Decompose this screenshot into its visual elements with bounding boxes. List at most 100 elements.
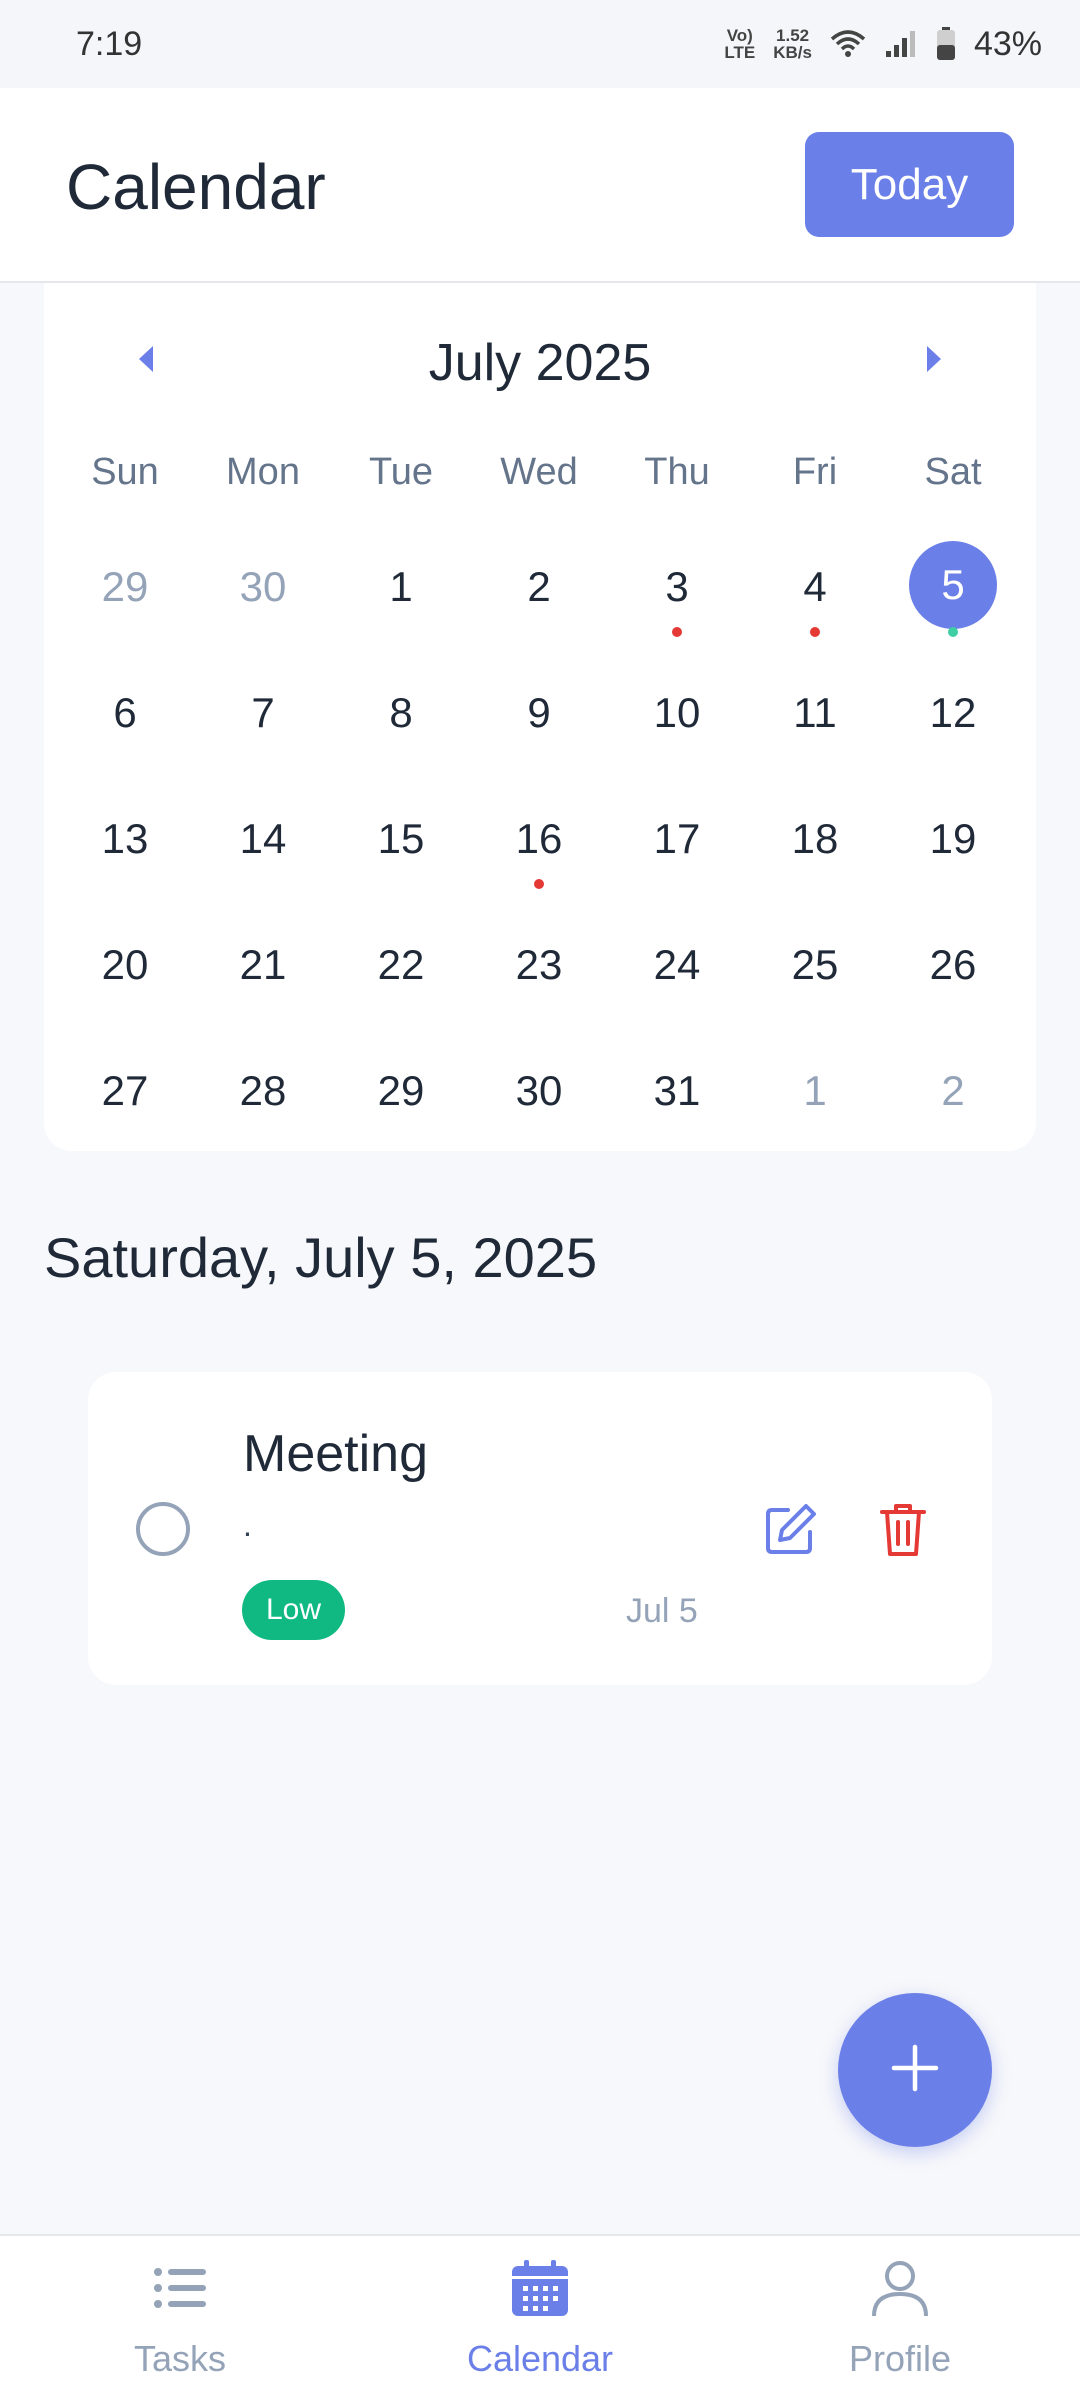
day-cell[interactable]: 10: [608, 659, 746, 785]
day-cell[interactable]: 1: [746, 1037, 884, 1163]
bottom-navigation: Tasks Calendar Profile: [0, 2234, 1080, 2400]
day-cell[interactable]: 15: [332, 785, 470, 911]
day-cell[interactable]: 29: [56, 533, 194, 659]
day-cell[interactable]: 6: [56, 659, 194, 785]
day-number: 9: [527, 689, 551, 736]
event-dot: [948, 627, 958, 637]
weekday-label: Tue: [368, 451, 434, 493]
page-title: Calendar: [66, 151, 326, 223]
list-icon: [150, 2258, 210, 2318]
day-number: 3: [665, 563, 689, 610]
day-cell[interactable]: 21: [194, 911, 332, 1037]
day-number: 1: [389, 563, 413, 610]
calendar-card: July 2025 Sun Mon Tue Wed Thu Fri Sat 29…: [44, 283, 1036, 1151]
day-cell[interactable]: 14: [194, 785, 332, 911]
day-cell[interactable]: 30: [470, 1037, 608, 1163]
day-cell[interactable]: 20: [56, 911, 194, 1037]
day-number: 27: [101, 1067, 149, 1114]
edit-icon: [760, 1504, 822, 1564]
day-number: 22: [377, 941, 425, 988]
day-number: 23: [515, 941, 563, 988]
day-cell[interactable]: 18: [746, 785, 884, 911]
day-number: 8: [389, 689, 413, 736]
delete-task-button[interactable]: [872, 1498, 934, 1560]
day-cell[interactable]: 1: [332, 533, 470, 659]
status-icons: Vo) LTE 1.52 KB/s 43%: [724, 25, 1042, 64]
task-complete-checkbox[interactable]: [136, 1502, 190, 1556]
day-cell[interactable]: 28: [194, 1037, 332, 1163]
nav-label-profile: Profile: [848, 2338, 952, 2379]
day-cell[interactable]: 2: [884, 1037, 1022, 1163]
day-cell-selected[interactable]: 5: [884, 533, 1022, 659]
day-number: 25: [791, 941, 839, 988]
day-number: 29: [377, 1067, 425, 1114]
day-cell[interactable]: 16: [470, 785, 608, 911]
day-number: 6: [113, 689, 137, 736]
day-number: 29: [101, 563, 149, 610]
day-number: 11: [793, 689, 837, 736]
day-number: 24: [653, 941, 701, 988]
day-cell[interactable]: 25: [746, 911, 884, 1037]
selected-date-heading: Saturday, July 5, 2025: [44, 1226, 598, 1289]
day-cell[interactable]: 31: [608, 1037, 746, 1163]
day-cell[interactable]: 8: [332, 659, 470, 785]
chevron-right-icon: [923, 344, 945, 379]
day-cell[interactable]: 24: [608, 911, 746, 1037]
nav-item-profile[interactable]: Profile: [790, 2258, 1010, 2388]
month-title: July 2025: [428, 334, 652, 392]
day-number: 20: [101, 941, 149, 988]
task-card[interactable]: Meeting . Low Jul 5: [88, 1372, 992, 1685]
signal-icon: [884, 29, 918, 59]
day-cell[interactable]: 9: [470, 659, 608, 785]
weekday-label: Sat: [924, 451, 982, 493]
day-cell[interactable]: 22: [332, 911, 470, 1037]
volte-bottom: LTE: [724, 43, 756, 62]
day-number: 2: [941, 1067, 965, 1114]
day-cell[interactable]: 2: [470, 533, 608, 659]
day-number: 31: [653, 1067, 701, 1114]
nav-label-calendar: Calendar: [466, 2338, 614, 2379]
day-cell[interactable]: 26: [884, 911, 1022, 1037]
wifi-icon: [830, 29, 866, 59]
day-number: 26: [929, 941, 977, 988]
next-month-button[interactable]: [904, 331, 964, 391]
day-number: 17: [653, 815, 701, 862]
day-cell[interactable]: 23: [470, 911, 608, 1037]
day-number: 18: [791, 815, 839, 862]
day-grid: 29 30 1 2 3 4 5 6 7 8 9 10 11 12 13 14 15 16 17 18 19 20 21 22 2…: [56, 533, 1024, 1163]
weekday-label: Fri: [792, 451, 838, 493]
day-number: 10: [653, 689, 701, 736]
nav-item-tasks[interactable]: Tasks: [70, 2258, 290, 2388]
day-number: 30: [515, 1067, 563, 1114]
day-cell[interactable]: 19: [884, 785, 1022, 911]
task-description: .: [243, 1507, 252, 1543]
day-number: 2: [527, 563, 551, 610]
edit-task-button[interactable]: [760, 1498, 822, 1560]
speed-value: 1.52: [776, 26, 810, 45]
day-cell[interactable]: 13: [56, 785, 194, 911]
weekday-label: Thu: [644, 451, 710, 493]
day-cell[interactable]: 11: [746, 659, 884, 785]
day-number: 5: [909, 541, 997, 629]
speed-unit: KB/s: [773, 43, 812, 62]
day-cell[interactable]: 30: [194, 533, 332, 659]
volte-top: Vo): [726, 26, 753, 45]
event-dot: [534, 879, 544, 889]
day-cell[interactable]: 12: [884, 659, 1022, 785]
trash-icon: [872, 1504, 934, 1564]
task-title: Meeting: [243, 1425, 428, 1483]
day-cell[interactable]: 7: [194, 659, 332, 785]
event-dot: [810, 627, 820, 637]
day-cell[interactable]: 27: [56, 1037, 194, 1163]
today-button[interactable]: Today: [805, 132, 1014, 237]
plus-icon: [890, 2043, 940, 2098]
day-cell[interactable]: 17: [608, 785, 746, 911]
nav-label-tasks: Tasks: [133, 2338, 227, 2379]
add-task-button[interactable]: [838, 1993, 992, 2147]
nav-item-calendar[interactable]: Calendar: [430, 2258, 650, 2388]
day-cell[interactable]: 4: [746, 533, 884, 659]
day-cell[interactable]: 29: [332, 1037, 470, 1163]
day-cell[interactable]: 3: [608, 533, 746, 659]
event-dot: [672, 627, 682, 637]
priority-badge: Low: [242, 1580, 345, 1640]
